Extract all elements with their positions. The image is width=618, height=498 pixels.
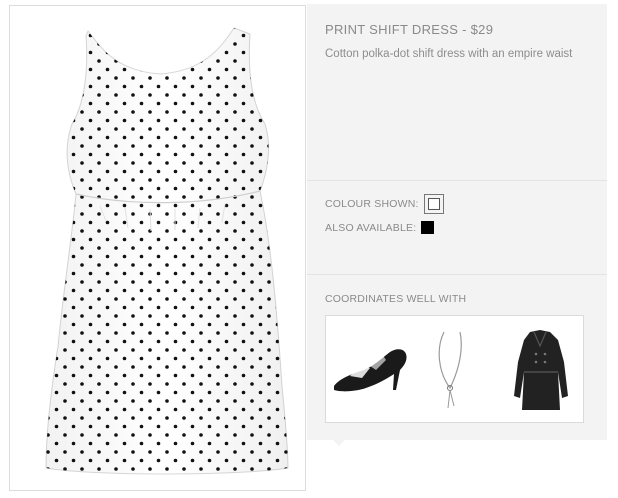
coordinates-box	[325, 315, 584, 423]
heels-thumbnail[interactable]	[330, 340, 408, 396]
product-title: PRINT SHIFT DRESS - $29	[325, 22, 494, 37]
colour-swatch-white[interactable]	[423, 194, 444, 214]
coordinates-title: COORDINATES WELL WITH	[325, 293, 467, 305]
necklace-thumbnail[interactable]	[434, 328, 470, 414]
dress-image	[45, 27, 289, 475]
colour-shown-row: COLOUR SHOWN:	[325, 194, 444, 214]
product-image-frame	[9, 5, 306, 491]
product-description: Cotton polka-dot shift dress with an emp…	[325, 48, 573, 60]
colour-options: COLOUR SHOWN: ALSO AVAILABLE:	[307, 180, 607, 274]
also-available-row: ALSO AVAILABLE:	[325, 221, 435, 234]
panel-pointer	[333, 440, 345, 446]
product-info-panel: PRINT SHIFT DRESS - $29 Cotton polka-dot…	[307, 4, 607, 440]
trench-coat-thumbnail[interactable]	[512, 326, 570, 412]
colour-shown-label: COLOUR SHOWN:	[325, 198, 419, 210]
coordinates-section: COORDINATES WELL WITH	[307, 274, 607, 441]
also-available-label: ALSO AVAILABLE:	[325, 221, 417, 234]
product-details: PRINT SHIFT DRESS - $29 Cotton polka-dot…	[307, 4, 607, 179]
colour-swatch-black[interactable]	[421, 221, 435, 234]
